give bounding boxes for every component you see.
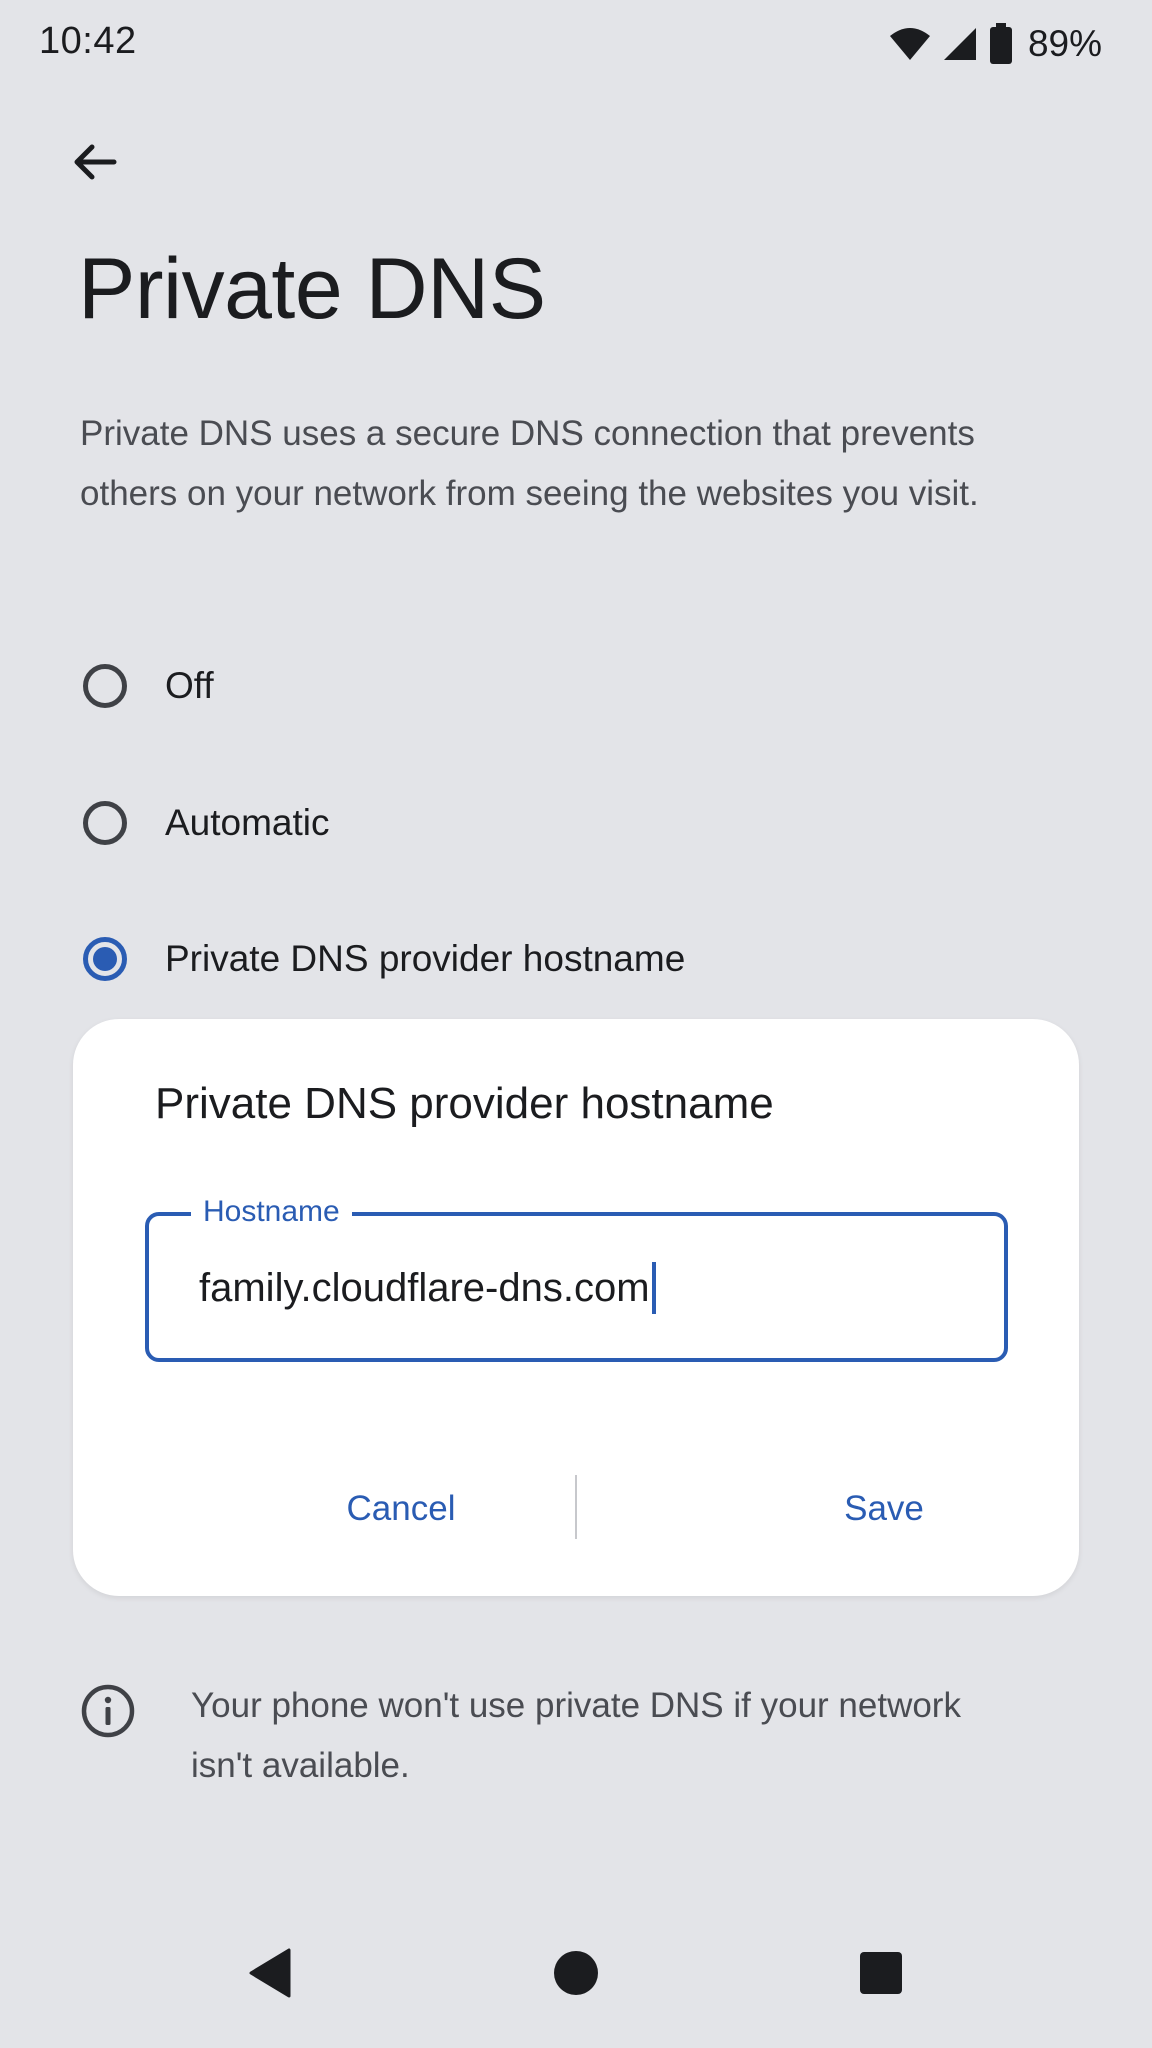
hostname-field-label: Hostname — [191, 1192, 352, 1232]
private-dns-screen: 10:42 89% Private DNS Private DNS uses a… — [0, 0, 1152, 2048]
info-icon — [80, 1683, 136, 1739]
arrow-back-icon — [70, 138, 118, 191]
hostname-input[interactable]: family.cloudflare-dns.com — [199, 1262, 656, 1314]
radio-option-provider-hostname[interactable]: Private DNS provider hostname — [80, 909, 980, 1009]
save-button[interactable]: Save — [684, 1459, 1084, 1559]
status-time: 10:42 — [39, 20, 137, 62]
cancel-button[interactable]: Cancel — [201, 1459, 601, 1559]
battery-percent: 89% — [1027, 23, 1102, 64]
system-nav-bar — [0, 1920, 1152, 2030]
status-bar: 10:42 89% — [0, 0, 1152, 90]
back-button[interactable] — [58, 128, 130, 200]
nav-home-button[interactable] — [521, 1920, 631, 2030]
radio-label-off: Off — [165, 665, 214, 706]
radio-label-provider-hostname: Private DNS provider hostname — [165, 938, 686, 979]
cell-signal-icon — [942, 26, 978, 62]
status-icons: 89% — [888, 20, 1102, 68]
radio-button-off[interactable] — [83, 664, 127, 708]
info-note: Your phone won't use private DNS if your… — [191, 1686, 961, 1785]
nav-recents-button[interactable] — [826, 1920, 936, 2030]
radio-option-off[interactable]: Off — [80, 636, 980, 736]
radio-option-automatic[interactable]: Automatic — [80, 773, 980, 873]
battery-icon — [988, 23, 1014, 65]
nav-back-button[interactable] — [215, 1920, 325, 2030]
radio-button-automatic[interactable] — [83, 801, 127, 845]
dialog-actions: Cancel Save — [73, 1459, 1079, 1559]
nav-back-icon — [247, 1948, 293, 2003]
nav-home-icon — [553, 1950, 599, 2001]
dialog-title: Private DNS provider hostname — [155, 1079, 774, 1128]
wifi-icon — [888, 26, 932, 62]
actions-divider — [575, 1475, 577, 1539]
text-cursor — [651, 1262, 656, 1314]
hostname-input-value: family.cloudflare-dns.com — [199, 1265, 650, 1310]
hostname-field[interactable]: Hostname family.cloudflare-dns.com — [145, 1192, 1008, 1362]
page-description: Private DNS uses a secure DNS connection… — [80, 414, 979, 513]
hostname-dialog: Private DNS provider hostname Hostname f… — [73, 1019, 1079, 1596]
page-title: Private DNS — [78, 241, 546, 337]
radio-button-provider-hostname[interactable] — [83, 937, 127, 981]
radio-label-automatic: Automatic — [165, 802, 330, 843]
nav-recents-icon — [859, 1951, 903, 2000]
